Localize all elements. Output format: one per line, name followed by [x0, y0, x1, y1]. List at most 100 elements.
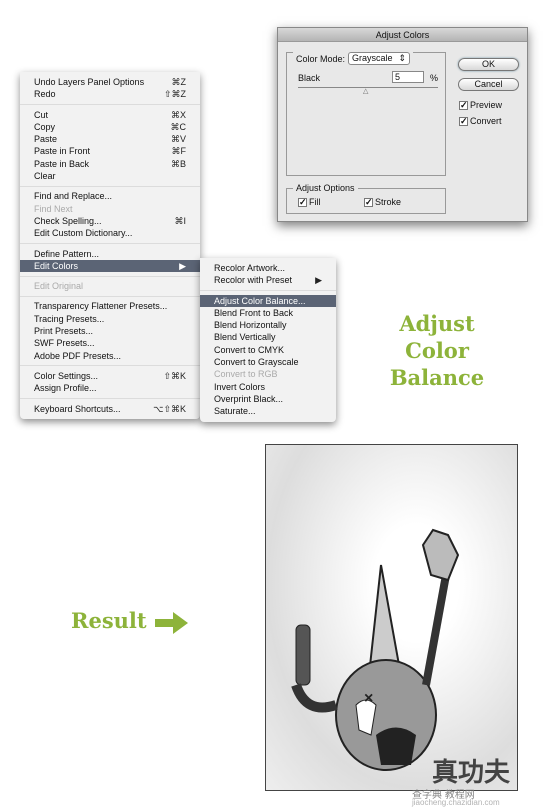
check-icon: ✓	[459, 99, 468, 110]
cancel-button[interactable]: Cancel	[458, 78, 519, 91]
black-label: Black	[298, 73, 321, 83]
menu-item-tracing-presets[interactable]: Tracing Presets...	[20, 313, 200, 325]
menu-item-label: Convert to CMYK	[214, 344, 285, 355]
menu-separator	[20, 243, 200, 245]
menu-item-paste-in-back[interactable]: Paste in Back ⌘B	[20, 158, 200, 170]
edit-menu: Undo Layers Panel Options ⌘Z Redo ⇧⌘Z Cut ⌘X C…	[20, 72, 200, 419]
shortcut: ⌘F	[171, 146, 187, 157]
shortcut: ⌘C	[170, 121, 187, 132]
menu-item-label: Print Presets...	[34, 326, 94, 337]
edit-colors-submenu: Recolor Artwork... Recolor with Preset ▶ Ad…	[200, 258, 336, 422]
check-icon: ✓	[298, 196, 307, 207]
menu-item-transparency-flattener-presets[interactable]: Transparency Flattener Presets...	[20, 300, 200, 312]
menu-item-label: Paste in Front	[34, 146, 91, 157]
menu-item-copy[interactable]: Copy ⌘C	[20, 121, 200, 133]
menu-item-edit-original: Edit Original	[20, 280, 200, 292]
menu-separator	[20, 398, 200, 400]
menu-item-assign-profile[interactable]: Assign Profile...	[20, 382, 200, 394]
menu-item-label: Find and Replace...	[34, 191, 113, 202]
menu-item-label: Keyboard Shortcuts...	[34, 403, 121, 414]
menu-item-convert-to-cmyk[interactable]: Convert to CMYK	[200, 344, 336, 356]
submenu-arrow-icon: ▶	[315, 275, 322, 286]
menu-item-label: Recolor with Preset	[214, 275, 293, 286]
menu-item-invert-colors[interactable]: Invert Colors	[200, 381, 336, 393]
arrow-right-icon	[155, 612, 188, 634]
adjust-colors-dialog: Adjust Colors Color Mode: Grayscale ⇕ Bla…	[277, 27, 528, 222]
preview-label: Preview	[470, 100, 503, 110]
menu-separator	[20, 365, 200, 367]
menu-item-find-and-replace[interactable]: Find and Replace...	[20, 190, 200, 202]
menu-item-color-settings[interactable]: Color Settings... ⇧⌘K	[20, 370, 200, 382]
submenu-arrow-icon: ▶	[179, 260, 186, 271]
menu-item-label: Blend Vertically	[214, 332, 276, 343]
result-artwork: ×	[265, 444, 518, 791]
menu-item-define-pattern[interactable]: Define Pattern...	[20, 248, 200, 260]
caption: Adjust Color Balance	[356, 310, 518, 391]
menu-item-overprint-black[interactable]: Overprint Black...	[200, 393, 336, 405]
preview-checkbox[interactable]: ✓ Preview	[459, 100, 502, 110]
updown-icon: ⇕	[398, 53, 407, 63]
menu-item-edit-colors[interactable]: Edit Colors ▶	[20, 259, 200, 273]
stroke-label: Stroke	[375, 197, 402, 207]
menu-item-edit-custom-dictionary[interactable]: Edit Custom Dictionary...	[20, 227, 200, 239]
menu-item-label: Edit Colors	[34, 260, 79, 271]
color-mode-select[interactable]: Grayscale ⇕	[348, 52, 411, 65]
convert-checkbox[interactable]: ✓ Convert	[459, 116, 502, 126]
caption-line2: Color Balance	[389, 338, 485, 390]
menu-item-label: Edit Original	[34, 281, 84, 292]
menu-item-label: Cut	[34, 109, 49, 120]
shortcut: ⌘X	[170, 109, 186, 120]
menu-item-label: Invert Colors	[214, 381, 266, 392]
menu-item-paste[interactable]: Paste ⌘V	[20, 133, 200, 145]
menu-item-swf-presets[interactable]: SWF Presets...	[20, 337, 200, 349]
menu-item-label: Convert to Grayscale	[214, 357, 299, 368]
shortcut: ⌘V	[170, 134, 186, 145]
menu-item-convert-to-grayscale[interactable]: Convert to Grayscale	[200, 356, 336, 368]
svg-text:×: ×	[364, 690, 373, 707]
menu-item-saturate[interactable]: Saturate...	[200, 405, 336, 417]
menu-item-keyboard-shortcuts[interactable]: Keyboard Shortcuts... ⌥⇧⌘K	[20, 403, 200, 415]
menu-item-find-next: Find Next	[20, 203, 200, 215]
shortcut: ⇧⌘Z	[163, 89, 186, 100]
menu-item-blend-vertically[interactable]: Blend Vertically	[200, 331, 336, 343]
menu-item-blend-front-to-back[interactable]: Blend Front to Back	[200, 307, 336, 319]
menu-item-label: Redo	[34, 89, 56, 100]
watermark: 真功夫 查字典 教程网 jiaocheng.chazidian.com	[372, 750, 552, 809]
stroke-checkbox[interactable]: ✓ Stroke	[364, 197, 401, 207]
menu-separator	[20, 275, 200, 277]
menu-item-label: Blend Horizontally	[214, 320, 287, 331]
menu-item-redo[interactable]: Redo ⇧⌘Z	[20, 88, 200, 100]
menu-item-label: Adobe PDF Presets...	[34, 350, 122, 361]
black-input[interactable]: 5	[392, 71, 424, 83]
menu-item-label: Overprint Black...	[214, 393, 284, 404]
convert-label: Convert	[470, 116, 502, 126]
menu-item-clear[interactable]: Clear	[20, 170, 200, 182]
menu-item-adjust-color-balance[interactable]: Adjust Color Balance...	[200, 294, 336, 307]
dialog-title: Adjust Colors	[278, 28, 527, 42]
menu-item-convert-to-rgb: Convert to RGB	[200, 368, 336, 380]
menu-item-print-presets[interactable]: Print Presets...	[20, 325, 200, 337]
shortcut: ⌘B	[170, 158, 186, 169]
menu-separator	[200, 290, 336, 292]
menu-item-label: Clear	[34, 171, 56, 182]
menu-item-cut[interactable]: Cut ⌘X	[20, 109, 200, 121]
black-slider-handle[interactable]: △	[363, 87, 368, 95]
fill-checkbox[interactable]: ✓ Fill	[298, 197, 321, 207]
menu-item-label: Tracing Presets...	[34, 313, 105, 324]
percent-label: %	[430, 73, 439, 83]
shortcut: ⌥⇧⌘K	[153, 403, 186, 414]
menu-item-check-spelling[interactable]: Check Spelling... ⌘I	[20, 215, 200, 227]
menu-item-label: Paste	[34, 134, 58, 145]
ok-button[interactable]: OK	[458, 58, 519, 71]
menu-item-adobe-pdf-presets[interactable]: Adobe PDF Presets...	[20, 350, 200, 362]
menu-item-paste-in-front[interactable]: Paste in Front ⌘F	[20, 145, 200, 157]
menu-item-recolor-artwork[interactable]: Recolor Artwork...	[200, 262, 336, 274]
check-icon: ✓	[364, 196, 373, 207]
menu-item-recolor-with-preset[interactable]: Recolor with Preset ▶	[200, 274, 336, 286]
color-mode-value: Grayscale	[352, 53, 393, 63]
menu-item-blend-horizontally[interactable]: Blend Horizontally	[200, 319, 336, 331]
menu-item-undo-layers-panel-options[interactable]: Undo Layers Panel Options ⌘Z	[20, 76, 200, 88]
menu-item-label: Define Pattern...	[34, 248, 100, 259]
adjust-options-label: Adjust Options	[293, 183, 358, 193]
menu-item-label: Blend Front to Back	[214, 307, 294, 318]
